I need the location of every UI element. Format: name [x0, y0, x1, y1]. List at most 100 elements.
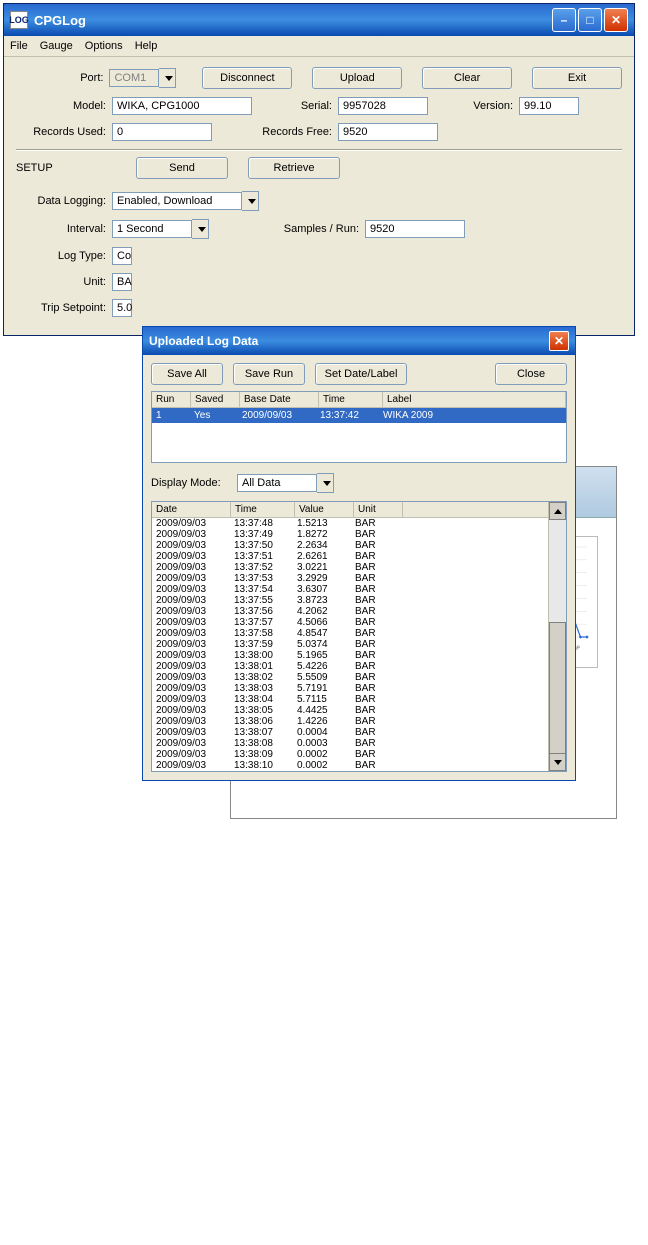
- title-bar: LOG CPGLog – □ ✕: [4, 4, 634, 36]
- cell-value: 0.0004: [293, 727, 351, 738]
- exit-button[interactable]: Exit: [532, 67, 622, 89]
- data-list-row[interactable]: 2009/09/0313:37:553.8723BAR: [152, 595, 548, 606]
- data-list-row[interactable]: 2009/09/0313:38:090.0002BAR: [152, 749, 548, 760]
- dialog-title: Uploaded Log Data: [149, 334, 258, 348]
- data-list-row[interactable]: 2009/09/0313:38:100.0002BAR: [152, 760, 548, 771]
- cell-time: 13:38:09: [230, 749, 293, 760]
- data-list-row[interactable]: 2009/09/0313:37:574.5066BAR: [152, 617, 548, 628]
- scrollbar[interactable]: [548, 502, 566, 771]
- unit-combo[interactable]: BA: [112, 273, 132, 291]
- cell-value: 4.8547: [293, 628, 351, 639]
- display-mode-arrow[interactable]: [317, 473, 334, 493]
- data-list-row[interactable]: 2009/09/0313:37:564.2062BAR: [152, 606, 548, 617]
- interval-arrow[interactable]: [192, 219, 209, 239]
- data-list-row[interactable]: 2009/09/0313:37:502.2634BAR: [152, 540, 548, 551]
- cell-time: 13:37:50: [230, 540, 293, 551]
- close-button[interactable]: ✕: [604, 8, 628, 32]
- cell-unit: BAR: [351, 705, 399, 716]
- data-list-row[interactable]: 2009/09/0313:38:070.0004BAR: [152, 727, 548, 738]
- cell-date: 2009/09/03: [152, 628, 230, 639]
- data-list-row[interactable]: 2009/09/0313:37:595.0374BAR: [152, 639, 548, 650]
- cell-unit: BAR: [351, 628, 399, 639]
- data-list-row[interactable]: 2009/09/0313:38:035.7191BAR: [152, 683, 548, 694]
- display-mode-combo[interactable]: All Data: [237, 474, 317, 492]
- maximize-button[interactable]: □: [578, 8, 602, 32]
- run-list-row[interactable]: 1 Yes 2009/09/03 13:37:42 WIKA 2009: [152, 408, 566, 423]
- cell-value: 2.6261: [293, 551, 351, 562]
- hdr-value: Value: [295, 502, 354, 517]
- dialog-title-bar: Uploaded Log Data ✕: [143, 327, 575, 355]
- scroll-thumb[interactable]: [549, 622, 566, 764]
- samples-field[interactable]: 9520: [365, 220, 465, 238]
- cell-value: 0.0002: [293, 749, 351, 760]
- version-field[interactable]: 99.10: [519, 97, 579, 115]
- close-button[interactable]: Close: [495, 363, 567, 385]
- label-cell: WIKA 2009: [379, 408, 566, 423]
- data-list-row[interactable]: 2009/09/0313:38:080.0003BAR: [152, 738, 548, 749]
- port-combo[interactable]: COM1: [109, 69, 159, 87]
- upload-button[interactable]: Upload: [312, 67, 402, 89]
- cell-unit: BAR: [351, 595, 399, 606]
- cell-time: 13:37:48: [230, 518, 293, 529]
- cell-time: 13:37:55: [230, 595, 293, 606]
- data-list-row[interactable]: 2009/09/0313:38:025.5509BAR: [152, 672, 548, 683]
- data-list-row[interactable]: 2009/09/0313:37:533.2929BAR: [152, 573, 548, 584]
- cell-value: 5.1965: [293, 650, 351, 661]
- data-logging-arrow[interactable]: [242, 191, 259, 211]
- data-list-row[interactable]: 2009/09/0313:37:491.8272BAR: [152, 529, 548, 540]
- data-list-row[interactable]: 2009/09/0313:37:481.5213BAR: [152, 518, 548, 529]
- menu-gauge[interactable]: Gauge: [40, 40, 73, 52]
- cell-value: 5.4226: [293, 661, 351, 672]
- data-list-row[interactable]: 2009/09/0313:38:005.1965BAR: [152, 650, 548, 661]
- cell-date: 2009/09/03: [152, 606, 230, 617]
- data-list-row[interactable]: 2009/09/0313:38:015.4226BAR: [152, 661, 548, 672]
- samples-label: Samples / Run:: [259, 223, 365, 235]
- send-button[interactable]: Send: [136, 157, 228, 179]
- scroll-up-icon[interactable]: [549, 502, 566, 520]
- data-list-row[interactable]: 2009/09/0313:37:523.0221BAR: [152, 562, 548, 573]
- records-free-field[interactable]: 9520: [338, 123, 438, 141]
- set-date-button[interactable]: Set Date/Label: [315, 363, 407, 385]
- clear-button[interactable]: Clear: [422, 67, 512, 89]
- scroll-down-icon[interactable]: [549, 753, 566, 771]
- data-logging-combo[interactable]: Enabled, Download: [112, 192, 242, 210]
- data-list-row[interactable]: 2009/09/0313:37:512.6261BAR: [152, 551, 548, 562]
- trip-field[interactable]: 5.0: [112, 299, 132, 317]
- port-combo-arrow[interactable]: [159, 68, 176, 88]
- menu-options[interactable]: Options: [85, 40, 123, 52]
- cell-value: 3.0221: [293, 562, 351, 573]
- cell-date: 2009/09/03: [152, 540, 230, 551]
- data-list-row[interactable]: 2009/09/0313:37:543.6307BAR: [152, 584, 548, 595]
- minimize-button[interactable]: –: [552, 8, 576, 32]
- cell-unit: BAR: [351, 639, 399, 650]
- records-free-label: Records Free:: [242, 126, 338, 138]
- data-list-row[interactable]: 2009/09/0313:38:061.4226BAR: [152, 716, 548, 727]
- cell-value: 3.2929: [293, 573, 351, 584]
- records-used-field[interactable]: 0: [112, 123, 212, 141]
- retrieve-button[interactable]: Retrieve: [248, 157, 340, 179]
- cell-date: 2009/09/03: [152, 672, 230, 683]
- cell-unit: BAR: [351, 661, 399, 672]
- disconnect-button[interactable]: Disconnect: [202, 67, 292, 89]
- menu-help[interactable]: Help: [135, 40, 158, 52]
- cell-value: 2.2634: [293, 540, 351, 551]
- serial-field[interactable]: 9957028: [338, 97, 428, 115]
- cell-time: 13:38:08: [230, 738, 293, 749]
- col-base: Base Date: [240, 392, 319, 407]
- save-run-button[interactable]: Save Run: [233, 363, 305, 385]
- interval-combo[interactable]: 1 Second: [112, 220, 192, 238]
- dialog-close-icon[interactable]: ✕: [549, 331, 569, 351]
- data-list-row[interactable]: 2009/09/0313:37:584.8547BAR: [152, 628, 548, 639]
- cell-value: 4.5066: [293, 617, 351, 628]
- menu-file[interactable]: File: [10, 40, 28, 52]
- save-all-button[interactable]: Save All: [151, 363, 223, 385]
- chevron-up-icon: [554, 509, 562, 514]
- log-type-combo[interactable]: Co: [112, 247, 132, 265]
- data-list-row[interactable]: 2009/09/0313:38:054.4425BAR: [152, 705, 548, 716]
- data-list-row[interactable]: 2009/09/0313:38:045.7115BAR: [152, 694, 548, 705]
- model-field[interactable]: WIKA, CPG1000: [112, 97, 252, 115]
- cell-time: 13:38:03: [230, 683, 293, 694]
- data-list[interactable]: Date Time Value Unit 2009/09/0313:37:481…: [152, 502, 548, 771]
- run-list[interactable]: Run Saved Base Date Time Label 1 Yes 200…: [151, 391, 567, 463]
- setup-label: SETUP: [16, 162, 106, 174]
